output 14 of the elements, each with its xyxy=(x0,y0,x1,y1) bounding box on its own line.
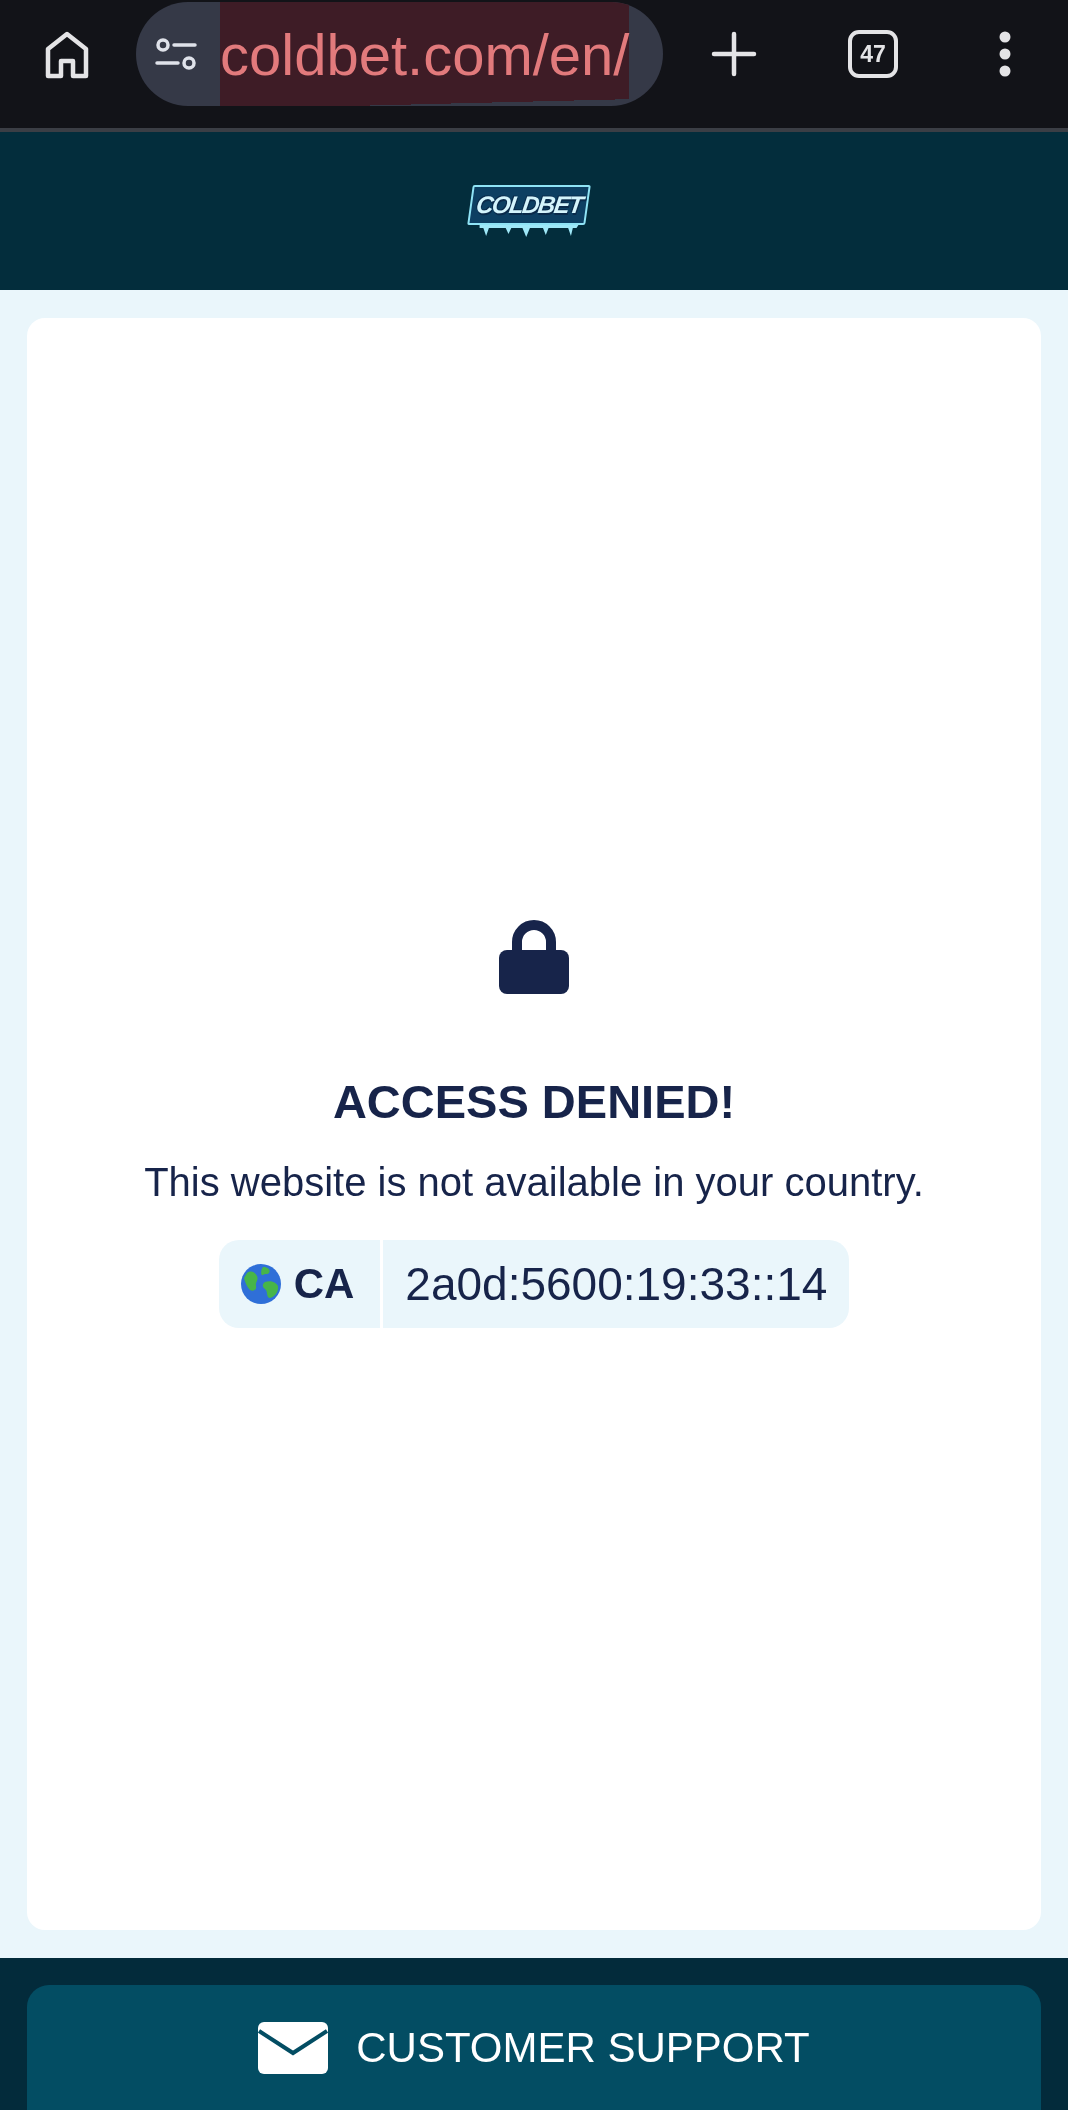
lock-icon xyxy=(499,919,569,994)
mail-icon xyxy=(258,2021,329,2074)
sliders-icon[interactable] xyxy=(155,37,197,71)
home-icon[interactable] xyxy=(44,29,90,79)
address-bar[interactable]: coldbet.com/en/ xyxy=(136,2,663,106)
access-denied-title: ACCESS DENIED! xyxy=(332,1073,736,1130)
customer-support-button[interactable]: CUSTOMER SUPPORT xyxy=(27,1985,1041,2110)
tab-count-button[interactable]: 47 xyxy=(848,30,898,78)
globe-icon xyxy=(240,1264,281,1305)
message-text: This website is not available in your country. xyxy=(144,1159,924,1207)
country-code: CA xyxy=(293,1260,355,1309)
ip-address: 2a0d:5600:19:33::14 xyxy=(405,1257,828,1312)
url-text: coldbet.com/en/ xyxy=(220,2,630,106)
plus-icon[interactable] xyxy=(711,31,757,77)
